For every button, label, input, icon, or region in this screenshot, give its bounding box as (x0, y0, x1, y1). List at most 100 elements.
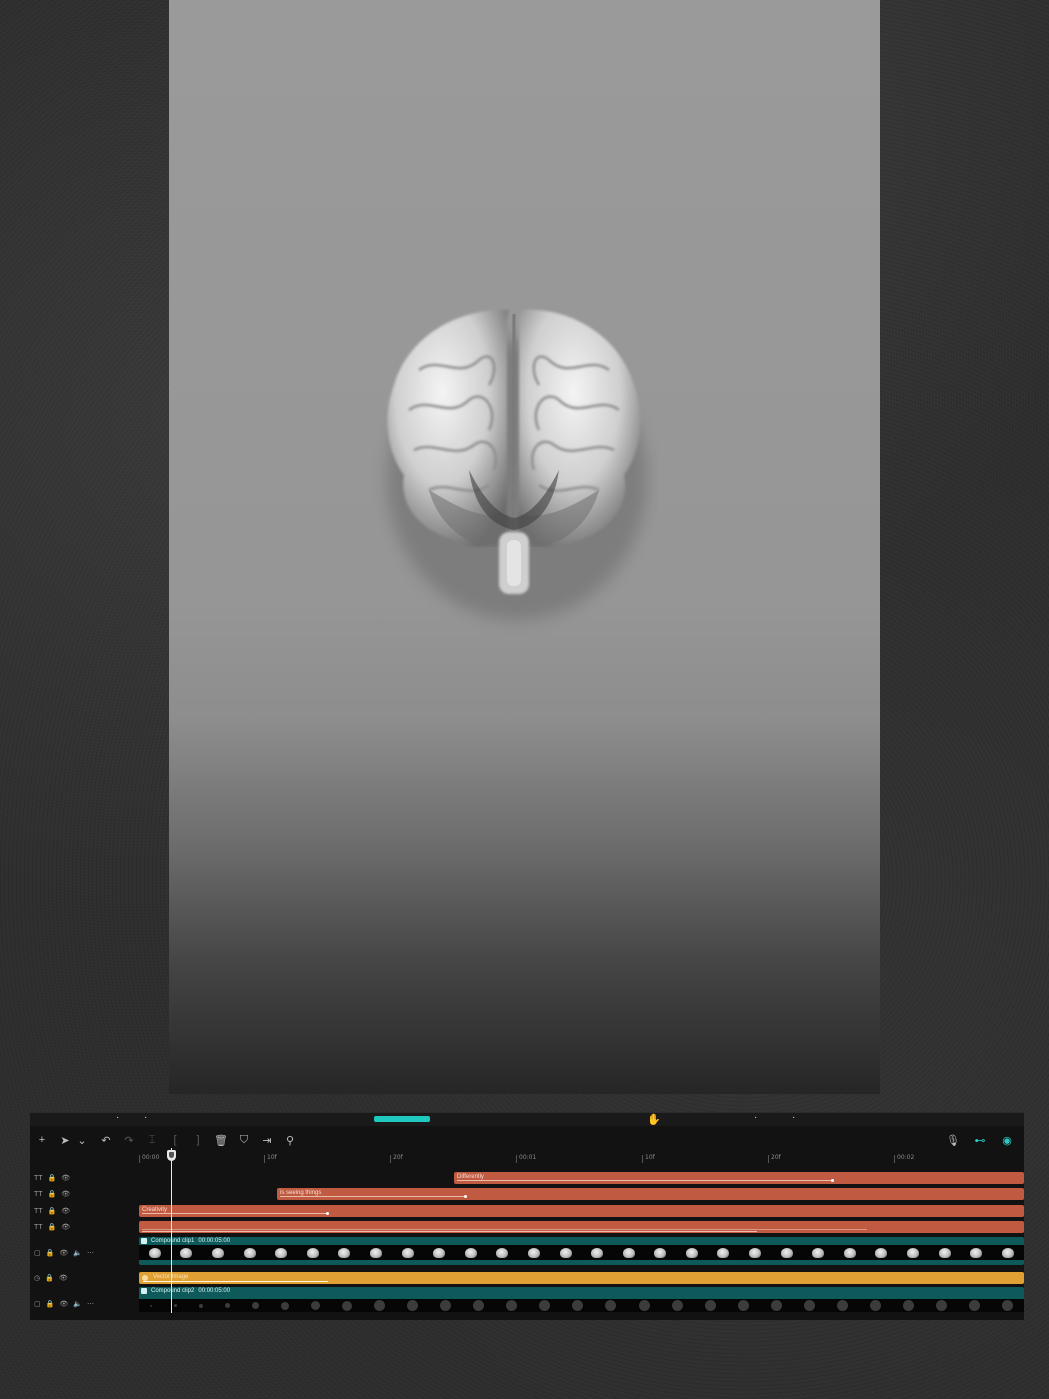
thumbnail-dot (252, 1302, 260, 1309)
eye-icon[interactable]: 👁 (61, 1223, 70, 1231)
thumbnail-dot (902, 1300, 914, 1311)
keyframe-knob[interactable] (326, 1212, 329, 1215)
lock-icon[interactable]: 🔒 (46, 1300, 55, 1308)
eye-icon[interactable]: 👁 (59, 1300, 68, 1308)
video-track-icon: ▢ (34, 1250, 41, 1257)
add-icon[interactable]: + (31, 1129, 53, 1151)
dot-icon: · (754, 1112, 758, 1123)
delete-icon[interactable]: 🗑 (210, 1129, 232, 1151)
thumbnail-dot (770, 1300, 782, 1311)
chevron-down-icon[interactable]: ⌄ (77, 1129, 87, 1151)
brain-thumbnail (527, 1247, 540, 1258)
more-icon[interactable]: ⋯ (87, 1249, 94, 1257)
keyframe-knob[interactable] (464, 1195, 467, 1198)
lock-icon[interactable]: 🔒 (48, 1207, 57, 1215)
marker-icon[interactable]: ⛉ (233, 1129, 255, 1151)
text-clip[interactable] (139, 1221, 1024, 1233)
brain-thumbnail (211, 1247, 224, 1258)
lock-icon[interactable]: 🔒 (48, 1223, 57, 1231)
thumbnail-strip (139, 1245, 1024, 1260)
track-header-video-2: ▢ 🔒 👁 🔈 ⋯ (34, 1298, 94, 1310)
brain-thumbnail (938, 1247, 951, 1258)
thumbnail-dot (671, 1300, 683, 1311)
track-header-text-3: TT 🔒 👁 (34, 1205, 70, 1217)
compound-clip-header: Compound clip2 00:00:05:00 (141, 1288, 230, 1294)
brain-thumbnail (622, 1247, 635, 1258)
ruler-tick: 00:02 (893, 1154, 915, 1163)
ruler-tick: 20f (390, 1154, 403, 1163)
eye-icon[interactable]: 👁 (61, 1207, 70, 1215)
playhead-handle[interactable] (167, 1150, 176, 1161)
eye-icon[interactable]: 👁 (59, 1274, 68, 1282)
eye-icon[interactable]: 👁 (61, 1174, 70, 1182)
thumbnail-dot (174, 1304, 178, 1307)
ruler-tick: 00:00 (138, 1154, 160, 1163)
thumbnail-dot (407, 1300, 419, 1311)
redo-icon[interactable]: ↷ (118, 1129, 140, 1151)
thumbnail-dot (440, 1300, 452, 1311)
dot-icon: · (792, 1112, 796, 1123)
audio-icon[interactable]: 🔈 (73, 1249, 82, 1257)
text-track-icon: TT (34, 1190, 43, 1198)
compound-clip-label: Compound clip2 (151, 1288, 195, 1294)
lock-icon[interactable]: 🔒 (48, 1190, 57, 1198)
track-headers: TT 🔒 👁 TT 🔒 👁 TT 🔒 👁 TT 🔒 👁 ▢ 🔒 👁 🔈 ⋯ ◷ 🔒 👁 ▢ 🔒 👁 🔈 ⋯ (30, 1168, 138, 1320)
text-clip[interactable]: Creativity (139, 1205, 1024, 1217)
thumbnail-dot (473, 1300, 485, 1311)
lock-icon[interactable]: 🔒 (46, 1249, 55, 1257)
keyframe-knob[interactable] (831, 1179, 834, 1182)
timeline-toolbar: + ➤ ⌄ ↶ ↷ ⌶ [ ] 🗑 ⛉ ⇥ ⚲ 🎙 ⊷ ◉ (30, 1126, 1024, 1154)
compound-clip-header: Compound clip1 00:00:05:00 (141, 1238, 230, 1244)
brain-thumbnail (464, 1247, 477, 1258)
split-icon[interactable]: ⌶ (141, 1129, 163, 1151)
compound-clip-2[interactable]: Compound clip2 00:00:05:00 (139, 1287, 1024, 1312)
video-preview[interactable] (169, 0, 880, 1094)
thumbnail-dot (968, 1300, 980, 1311)
thumbnail-dot (605, 1300, 617, 1311)
brain-thumbnail (591, 1247, 604, 1258)
timeline-panel[interactable]: + ➤ ⌄ ↶ ↷ ⌶ [ ] 🗑 ⛉ ⇥ ⚲ 🎙 ⊷ ◉ 00:00 10f … (30, 1126, 1024, 1320)
brain-thumbnail (243, 1247, 256, 1258)
thumbnail-dot (935, 1300, 947, 1311)
lock-icon[interactable]: 🔒 (45, 1274, 54, 1282)
brain-thumbnail (433, 1247, 446, 1258)
microphone-icon[interactable]: 🎙 (942, 1129, 964, 1151)
eye-icon[interactable]: 👁 (59, 1249, 68, 1257)
ruler-tick: 00:01 (515, 1154, 537, 1163)
trim-right-icon[interactable]: ] (187, 1129, 209, 1151)
brain-thumbnail (275, 1247, 288, 1258)
text-clip[interactable]: is seeing things (277, 1188, 1024, 1200)
undo-icon[interactable]: ↶ (95, 1129, 117, 1151)
brain-thumbnail (401, 1247, 414, 1258)
eye-icon[interactable]: 👁 (61, 1190, 70, 1198)
text-track-icon: TT (34, 1223, 43, 1231)
select-icon[interactable]: ➤ (54, 1129, 76, 1151)
brain-thumbnail (843, 1247, 856, 1258)
brain-thumbnail (369, 1247, 382, 1258)
link-icon[interactable]: ⊷ (969, 1129, 991, 1151)
thumbnail-dot (225, 1303, 231, 1308)
thumbnail-dot (539, 1300, 551, 1311)
trim-left-icon[interactable]: [ (164, 1129, 186, 1151)
text-clip[interactable]: Differently (454, 1172, 1024, 1184)
more-icon[interactable]: ⋯ (87, 1300, 94, 1308)
lock-icon[interactable]: 🔒 (48, 1174, 57, 1182)
track-header-effect: ◷ 🔒 👁 (34, 1272, 68, 1284)
playhead-line[interactable] (171, 1148, 172, 1313)
speed-icon[interactable]: ⚲ (279, 1129, 301, 1151)
brain-thumbnail (749, 1247, 762, 1258)
audio-icon[interactable]: 🔈 (73, 1300, 82, 1308)
thumbnail-dot (638, 1300, 650, 1311)
compound-clip-1[interactable]: Compound clip1 00:00:05:00 (139, 1237, 1024, 1265)
effect-track-icon: ◷ (34, 1275, 41, 1282)
time-ruler[interactable]: 00:00 10f 20f 00:01 10f 20f 00:02 (138, 1154, 1024, 1168)
magnet-icon[interactable]: ◉ (996, 1129, 1018, 1151)
brain-thumbnail (180, 1247, 193, 1258)
effect-clip[interactable]: Vector Image (139, 1272, 1024, 1284)
brain-thumbnail (1001, 1247, 1014, 1258)
thumbnail-dot (506, 1300, 518, 1311)
brain-thumbnail (654, 1247, 667, 1258)
thumbnail-dot (199, 1303, 204, 1308)
brain-thumbnail (970, 1247, 983, 1258)
freeze-icon[interactable]: ⇥ (256, 1129, 278, 1151)
